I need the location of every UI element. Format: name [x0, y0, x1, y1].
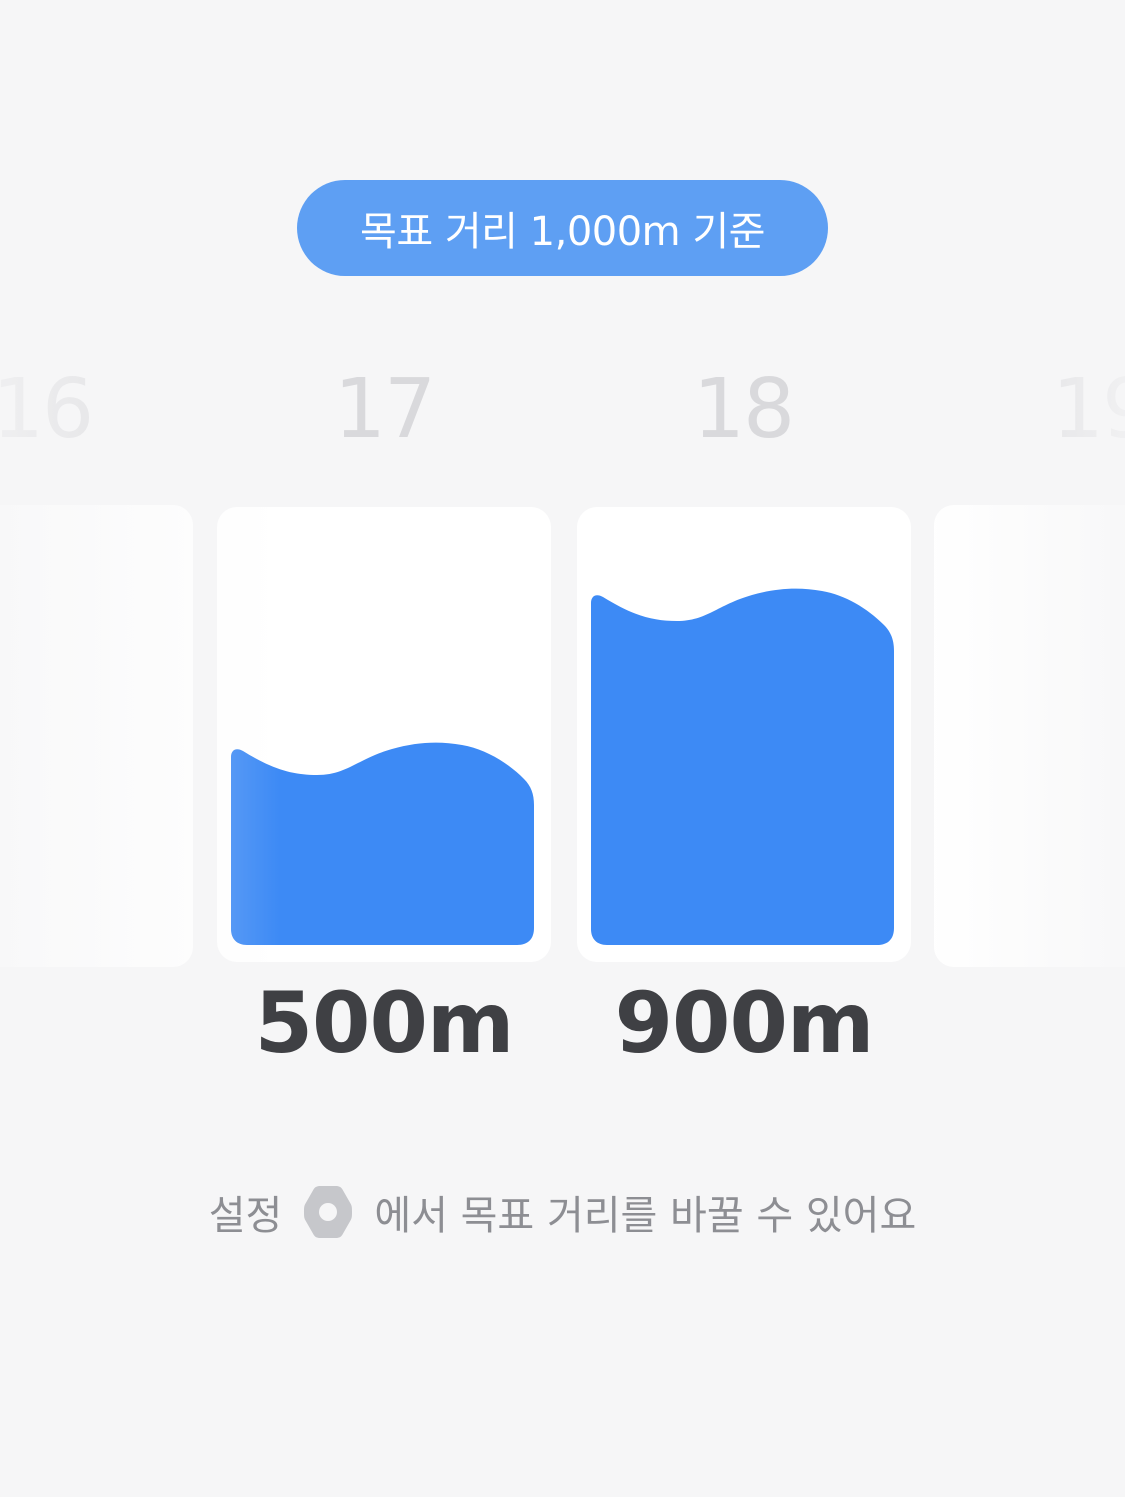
day-card-17[interactable] [217, 507, 551, 962]
water-fill-17 [231, 742, 534, 945]
progress-fill-17 [231, 742, 534, 945]
settings-hint-prefix: 설정 [208, 1193, 283, 1239]
settings-hint-suffix: 에서 목표 거리를 바꿀 수 있어요 [374, 1193, 917, 1239]
goal-distance-badge: 목표 거리 1,000m 기준 [297, 180, 828, 276]
progress-fill-18 [591, 588, 894, 945]
goal-distance-label: 목표 거리 1,000m 기준 [360, 209, 765, 255]
gear-icon [296, 1180, 360, 1244]
distance-value-17: 500m [254, 974, 515, 1072]
day-label-17: 17 [333, 362, 436, 457]
day-card-19[interactable] [934, 505, 1125, 967]
day-label-18: 18 [692, 362, 795, 457]
day-card-18[interactable] [577, 507, 911, 962]
settings-hint: 설정 에서 목표 거리를 바꿀 수 있어요 [0, 1180, 1125, 1244]
water-fill-18 [591, 588, 894, 945]
day-label-19: 19 [1051, 362, 1125, 457]
day-label-16: 16 [0, 362, 94, 457]
distance-value-18: 900m [614, 974, 875, 1072]
day-card-16[interactable] [0, 505, 193, 967]
